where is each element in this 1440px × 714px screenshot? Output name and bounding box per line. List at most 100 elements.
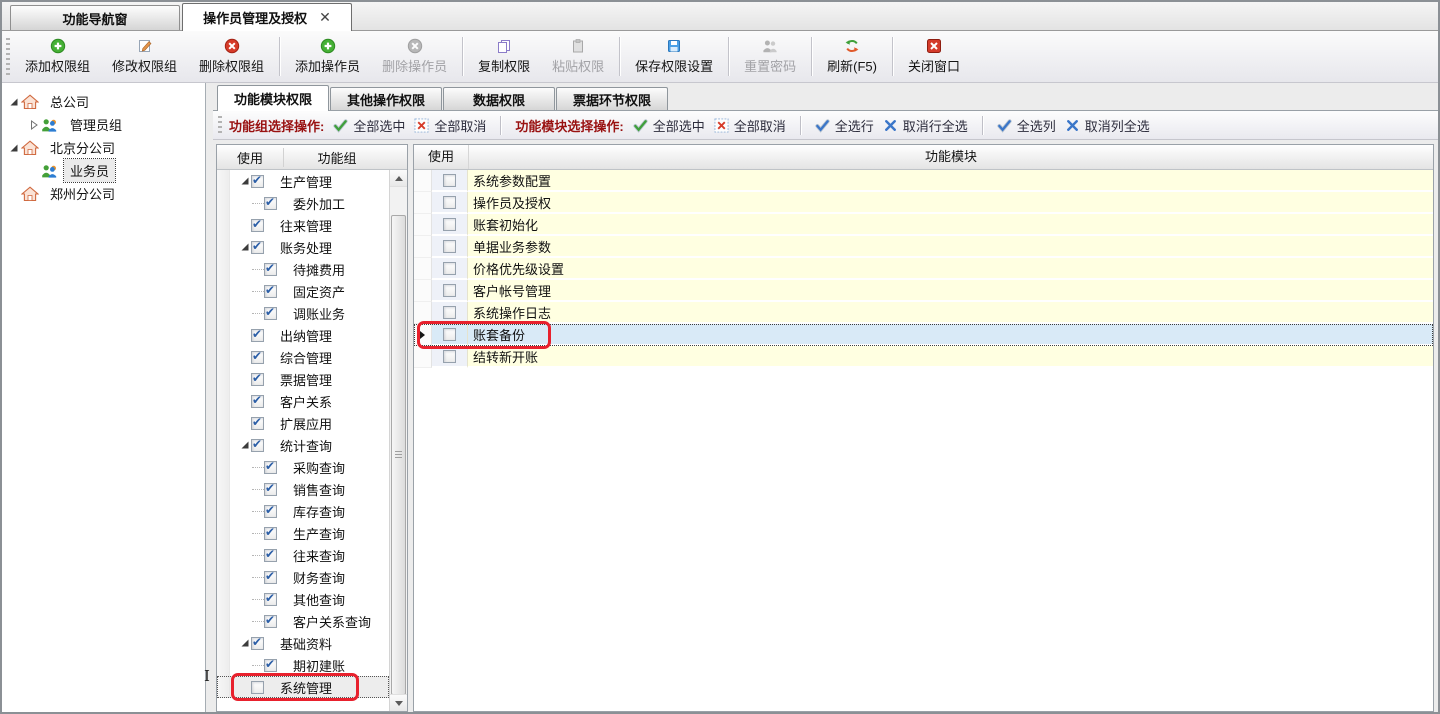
- use-checkbox[interactable]: [443, 196, 456, 209]
- tab-bill-stage-permissions[interactable]: 票据环节权限: [556, 87, 668, 110]
- function-group-row[interactable]: 委外加工: [217, 192, 389, 214]
- function-module-row[interactable]: 账套初始化: [414, 214, 1433, 236]
- tree-item-beijing-branch[interactable]: 北京分公司: [2, 136, 205, 159]
- select-all-rows-button[interactable]: 全选行: [815, 116, 874, 135]
- use-checkbox[interactable]: [251, 329, 264, 342]
- tree-expanded-icon[interactable]: [238, 242, 251, 252]
- panel-splitter[interactable]: [206, 83, 213, 714]
- function-group-row[interactable]: 期初建账: [217, 654, 389, 676]
- use-checkbox[interactable]: [264, 461, 277, 474]
- function-group-row[interactable]: 待摊费用: [217, 258, 389, 280]
- tab-function-module-permissions[interactable]: 功能模块权限: [217, 85, 329, 111]
- paste-permissions-button[interactable]: 粘贴权限: [541, 33, 615, 80]
- function-module-row[interactable]: 操作员及授权: [414, 192, 1433, 214]
- function-group-row[interactable]: 往来管理: [217, 214, 389, 236]
- function-group-row[interactable]: 基础资料: [217, 632, 389, 654]
- use-checkbox[interactable]: [264, 263, 277, 276]
- use-checkbox[interactable]: [251, 219, 264, 232]
- function-group-row[interactable]: 综合管理: [217, 346, 389, 368]
- use-checkbox[interactable]: [443, 218, 456, 231]
- tree-expanded-icon[interactable]: [238, 176, 251, 186]
- use-checkbox[interactable]: [443, 350, 456, 363]
- use-checkbox[interactable]: [443, 306, 456, 319]
- deselect-all-columns-button[interactable]: 取消列全选: [1065, 116, 1150, 135]
- tab-data-permissions[interactable]: 数据权限: [443, 87, 555, 110]
- use-checkbox[interactable]: [443, 174, 456, 187]
- function-module-row[interactable]: 价格优先级设置: [414, 258, 1433, 280]
- use-checkbox[interactable]: [251, 417, 264, 430]
- function-group-row[interactable]: 票据管理: [217, 368, 389, 390]
- function-group-row[interactable]: 扩展应用: [217, 412, 389, 434]
- selection-toolbar-grip[interactable]: [218, 116, 222, 134]
- tree-expanded-icon[interactable]: [238, 638, 251, 648]
- use-checkbox[interactable]: [264, 593, 277, 606]
- function-module-row[interactable]: 单据业务参数: [414, 236, 1433, 258]
- module-select-all-button[interactable]: 全部选中: [633, 116, 705, 135]
- vertical-scrollbar[interactable]: [389, 170, 407, 711]
- add-permission-group-button[interactable]: 添加权限组: [14, 33, 101, 80]
- function-module-row[interactable]: 客户帐号管理: [414, 280, 1433, 302]
- use-checkbox[interactable]: [251, 175, 264, 188]
- use-checkbox[interactable]: [264, 659, 277, 672]
- use-checkbox[interactable]: [443, 284, 456, 297]
- use-checkbox[interactable]: [264, 615, 277, 628]
- function-module-row[interactable]: 系统操作日志: [414, 302, 1433, 324]
- function-group-row[interactable]: 系统管理: [217, 676, 389, 698]
- tab-operator-management[interactable]: 操作员管理及授权 ✕: [182, 3, 352, 31]
- use-checkbox[interactable]: [251, 637, 264, 650]
- select-all-columns-button[interactable]: 全选列: [997, 116, 1056, 135]
- tree-collapsed-icon[interactable]: [26, 120, 41, 130]
- use-checkbox[interactable]: [264, 307, 277, 320]
- function-module-row[interactable]: 结转新开账: [414, 346, 1433, 368]
- function-group-row[interactable]: 往来查询: [217, 544, 389, 566]
- use-checkbox[interactable]: [251, 681, 264, 694]
- close-window-button[interactable]: 关闭窗口: [897, 33, 971, 80]
- scroll-up-arrow-icon[interactable]: [390, 170, 407, 187]
- use-checkbox[interactable]: [251, 439, 264, 452]
- function-group-row[interactable]: 固定资产: [217, 280, 389, 302]
- function-group-row[interactable]: 账务处理: [217, 236, 389, 258]
- function-group-row[interactable]: 其他查询: [217, 588, 389, 610]
- close-tab-icon[interactable]: ✕: [319, 9, 331, 26]
- use-checkbox[interactable]: [264, 571, 277, 584]
- group-deselect-all-button[interactable]: 全部取消: [414, 116, 486, 135]
- function-group-row[interactable]: 客户关系: [217, 390, 389, 412]
- use-checkbox[interactable]: [251, 373, 264, 386]
- use-checkbox[interactable]: [264, 483, 277, 496]
- use-checkbox[interactable]: [251, 395, 264, 408]
- function-group-row[interactable]: 生产管理: [217, 170, 389, 192]
- scroll-down-arrow-icon[interactable]: [390, 694, 407, 711]
- use-checkbox[interactable]: [264, 505, 277, 518]
- tree-expanded-icon[interactable]: [6, 143, 21, 153]
- function-group-row[interactable]: 生产查询: [217, 522, 389, 544]
- toolbar-grip[interactable]: [6, 38, 10, 75]
- function-group-row[interactable]: 客户关系查询: [217, 610, 389, 632]
- refresh-button[interactable]: 刷新(F5): [816, 33, 888, 80]
- module-deselect-all-button[interactable]: 全部取消: [714, 116, 786, 135]
- delete-permission-group-button[interactable]: 删除权限组: [188, 33, 275, 80]
- function-module-row[interactable]: 账套备份: [414, 324, 1433, 346]
- copy-permissions-button[interactable]: 复制权限: [467, 33, 541, 80]
- tree-item-zhengzhou-branch[interactable]: 郑州分公司: [2, 182, 205, 205]
- use-checkbox[interactable]: [251, 351, 264, 364]
- scrollbar-thumb[interactable]: [391, 215, 406, 695]
- function-group-row[interactable]: 调账业务: [217, 302, 389, 324]
- group-select-all-button[interactable]: 全部选中: [333, 116, 405, 135]
- use-checkbox[interactable]: [264, 197, 277, 210]
- modify-permission-group-button[interactable]: 修改权限组: [101, 33, 188, 80]
- function-group-row[interactable]: 出纳管理: [217, 324, 389, 346]
- tab-other-operation-permissions[interactable]: 其他操作权限: [330, 87, 442, 110]
- function-group-row[interactable]: 财务查询: [217, 566, 389, 588]
- function-group-row[interactable]: 销售查询: [217, 478, 389, 500]
- tree-item-admin-group[interactable]: 管理员组: [2, 113, 205, 136]
- tree-item-sales-group[interactable]: 业务员: [2, 159, 205, 182]
- delete-operator-button[interactable]: 删除操作员: [371, 33, 458, 80]
- tree-item-head-office[interactable]: 总公司: [2, 90, 205, 113]
- add-operator-button[interactable]: 添加操作员: [284, 33, 371, 80]
- deselect-all-rows-button[interactable]: 取消行全选: [883, 116, 968, 135]
- use-checkbox[interactable]: [443, 240, 456, 253]
- use-checkbox[interactable]: [443, 262, 456, 275]
- tab-function-nav[interactable]: 功能导航窗: [10, 5, 180, 30]
- function-group-row[interactable]: 采购查询: [217, 456, 389, 478]
- save-permission-settings-button[interactable]: 保存权限设置: [624, 33, 724, 80]
